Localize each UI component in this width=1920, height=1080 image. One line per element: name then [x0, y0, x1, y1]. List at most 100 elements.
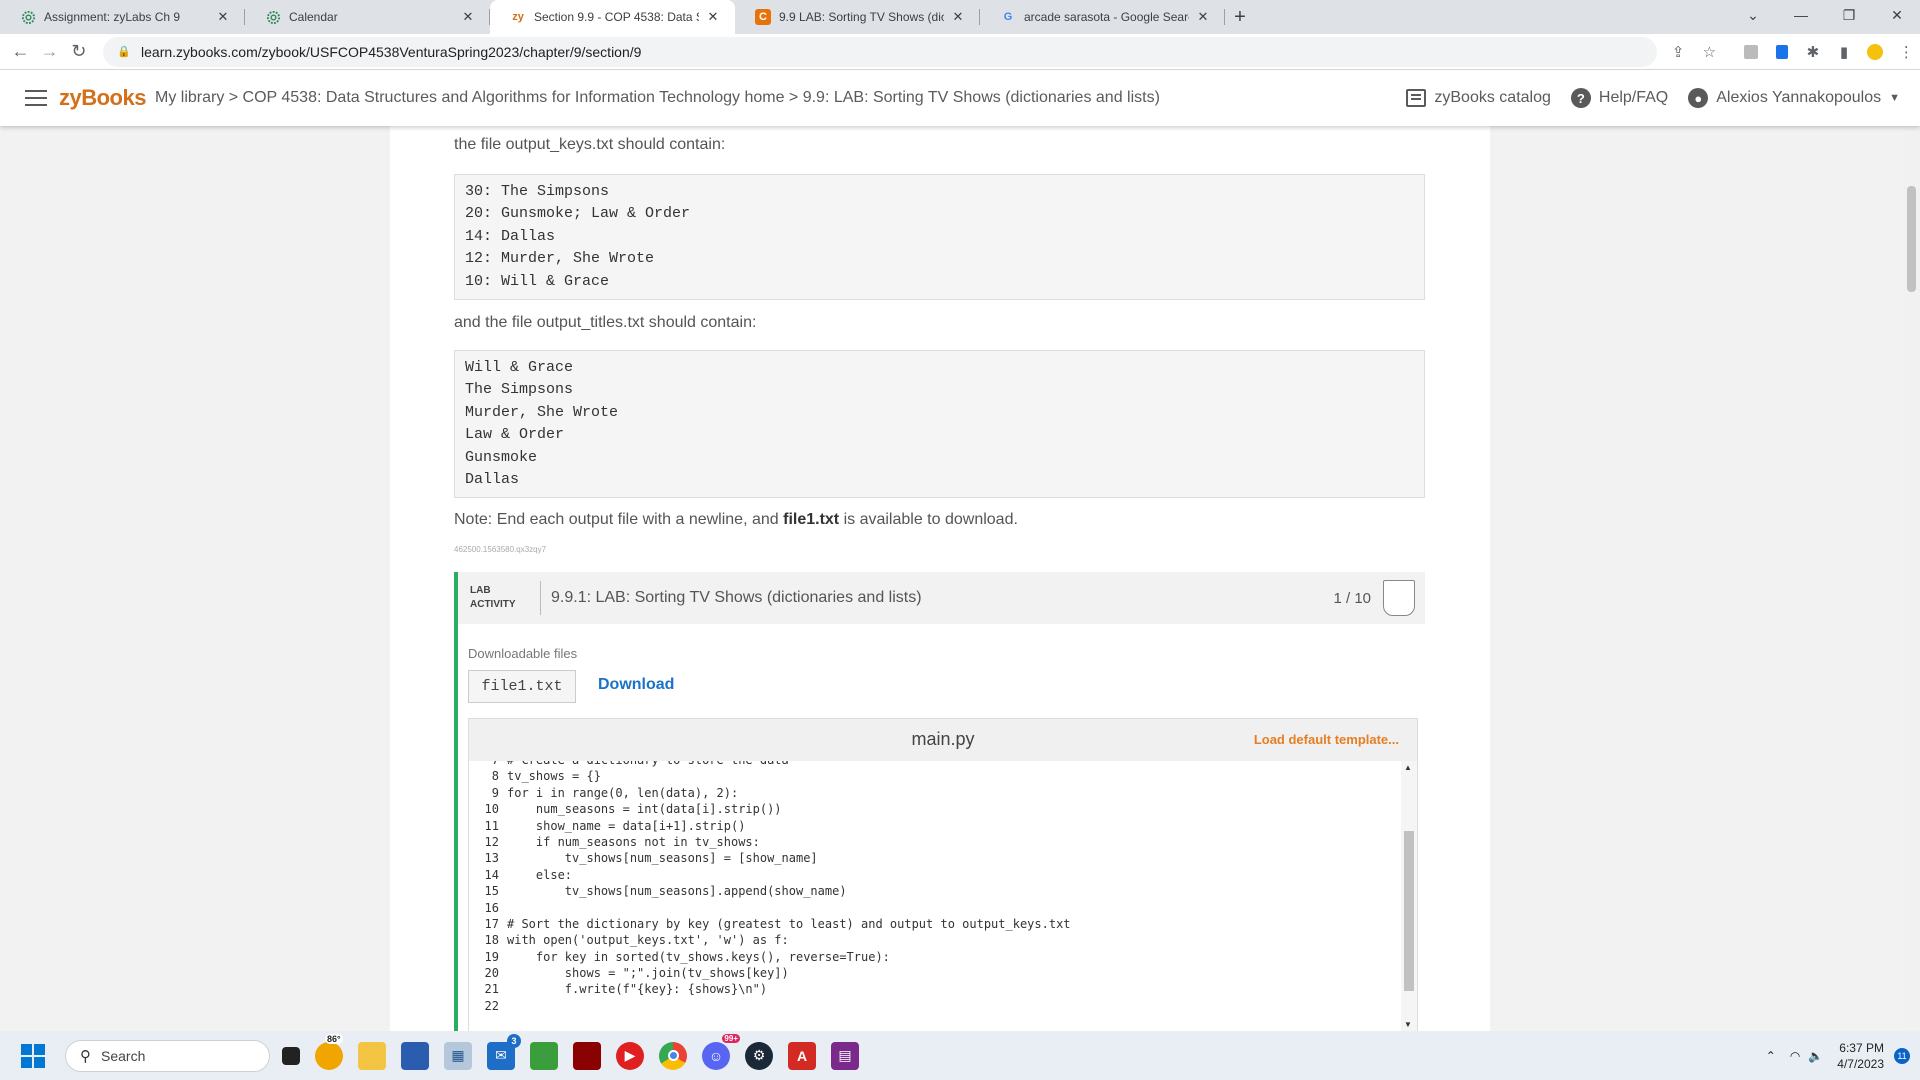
minimize-icon[interactable]: — [1778, 0, 1824, 30]
help-link[interactable]: ? Help/FAQ [1570, 88, 1668, 108]
tab-calendar[interactable]: Calendar ✕ [245, 0, 490, 34]
close-icon[interactable]: ✕ [705, 9, 721, 25]
code-line: Law & Order [465, 426, 565, 444]
windows-start-icon[interactable] [21, 1043, 45, 1068]
code-line: 16 [469, 900, 1399, 916]
chevron-up-icon[interactable]: ⌃ [1766, 1049, 1776, 1063]
discord-icon[interactable]: ☺ 99+ [702, 1033, 740, 1070]
editor-scrollbar[interactable]: ▲ ▼ [1401, 761, 1417, 1031]
code-line: 17 # Sort the dictionary by key (greatest… [469, 916, 1399, 932]
user-menu[interactable]: ● Alexios Yannakopoulos ▼ [1688, 88, 1900, 108]
hamburger-menu-icon[interactable] [25, 90, 47, 106]
code-line: Gunsmoke [465, 448, 538, 466]
forward-icon[interactable]: → [35, 37, 64, 67]
user-name: Alexios Yannakopoulos [1716, 89, 1882, 106]
lab-title: 9.9.1: LAB: Sorting TV Shows (dictionari… [551, 589, 922, 606]
volume-icon[interactable]: 🔈 [1808, 1049, 1823, 1063]
code-text: f.write(f"{key}: {shows}\n") [507, 982, 768, 997]
profile-icon[interactable] [1862, 38, 1889, 66]
close-icon[interactable]: ✕ [215, 9, 231, 25]
back-icon[interactable]: ← [6, 37, 35, 67]
line-number: 15 [484, 884, 499, 899]
editor-scroll-thumb[interactable] [1404, 831, 1414, 991]
code-line: 13 tv_shows[num_seasons] = [show_name] [469, 850, 1399, 866]
line-number: 13 [484, 851, 499, 866]
wifi-icon[interactable]: ◠ [1790, 1049, 1800, 1063]
page-scroll-thumb[interactable] [1907, 186, 1916, 292]
code-text: tv_shows[num_seasons].append(show_name) [507, 884, 847, 899]
extension-icon[interactable] [1737, 38, 1764, 66]
code-text: show_name = data[i+1].strip() [507, 818, 746, 833]
winrar-icon[interactable]: ▤ [831, 1041, 859, 1070]
note-text: Note: End each output file with a newlin… [454, 511, 1018, 528]
new-tab-button[interactable]: + [1225, 0, 1255, 34]
side-panel-icon[interactable]: ▮ [1830, 38, 1857, 66]
close-icon[interactable]: ✕ [460, 9, 476, 25]
gear-icon [265, 9, 281, 25]
monitor-icon[interactable]: ▦ [444, 1041, 472, 1070]
page-scrollbar[interactable] [1903, 126, 1920, 1031]
line-number: 18 [484, 933, 499, 948]
tab-lab-sorting[interactable]: C 9.9 LAB: Sorting TV Shows (dictio ✕ [735, 0, 980, 34]
code-line: Murder, She Wrote [465, 403, 619, 421]
cube-app-icon[interactable] [530, 1041, 558, 1070]
line-number: 19 [484, 949, 499, 964]
scroll-down-icon[interactable]: ▼ [1404, 1020, 1412, 1029]
tab-label: Calendar [289, 10, 338, 24]
lab-score: 1 / 10 [1333, 589, 1371, 607]
tab-section-9-9[interactable]: zy Section 9.9 - COP 4538: Data Stru ✕ [490, 0, 735, 34]
address-bar[interactable]: 🔒 learn.zybooks.com/zybook/USFCOP4538Ven… [103, 36, 1657, 67]
zybooks-logo[interactable]: zyBooks [59, 85, 146, 111]
close-icon[interactable]: ✕ [1195, 9, 1211, 25]
file-chip[interactable]: file1.txt [468, 670, 576, 703]
taskbar-search[interactable]: ⚲ Search [65, 1039, 270, 1072]
downloadable-files-label: Downloadable files [468, 646, 578, 661]
catalog-link[interactable]: zyBooks catalog [1406, 89, 1551, 107]
code-area[interactable]: 7# Create a dictionary to store the data… [469, 761, 1399, 1031]
puzzle-icon[interactable]: ✱ [1799, 38, 1826, 66]
completion-badge-icon [1383, 580, 1415, 616]
extension-icon[interactable] [1768, 38, 1795, 66]
weather-icon[interactable]: 86° [315, 1033, 343, 1070]
code-text: tv_shows[num_seasons] = [show_name] [507, 851, 818, 866]
code-line: 14: Dallas [465, 227, 556, 245]
tab-google-search[interactable]: G arcade sarasota - Google Search ✕ [980, 0, 1225, 34]
file-explorer-icon[interactable] [358, 1041, 386, 1070]
header-actions: zyBooks catalog ? Help/FAQ ● Alexios Yan… [1386, 70, 1900, 126]
lock-icon: 🔒 [117, 46, 132, 58]
line-number: 21 [484, 982, 499, 997]
tab-search-icon[interactable]: ⌄ [1730, 0, 1776, 30]
mail-icon[interactable]: ✉ 3 [487, 1033, 521, 1070]
more-menu-icon[interactable]: ⋮ [1893, 38, 1920, 66]
acrobat-icon[interactable]: A [788, 1041, 816, 1070]
code-line: 19 for key in sorted(tv_shows.keys(), re… [469, 949, 1399, 965]
tab-assignment[interactable]: Assignment: zyLabs Ch 9 ✕ [0, 0, 245, 34]
media-player-icon[interactable]: ▶ [616, 1041, 644, 1070]
line-number: 22 [484, 998, 499, 1013]
download-button[interactable]: Download [598, 676, 674, 694]
steam-icon[interactable]: ⚙ [745, 1041, 773, 1070]
task-view-icon[interactable] [282, 1046, 300, 1065]
line-number: 11 [484, 818, 499, 833]
code-line: 7# Create a dictionary to store the data [469, 761, 1399, 768]
load-default-template-button[interactable]: Load default template... [1254, 732, 1399, 747]
chrome-icon[interactable] [659, 1041, 687, 1070]
store-icon[interactable] [401, 1041, 429, 1070]
breadcrumb[interactable]: My library > COP 4538: Data Structures a… [155, 89, 1160, 107]
notification-badge[interactable]: 11 [1894, 1047, 1910, 1064]
close-icon[interactable]: ✕ [950, 9, 966, 25]
catalog-label: zyBooks catalog [1434, 89, 1551, 106]
bookmark-star-icon[interactable]: ☆ [1696, 38, 1723, 66]
code-text: if num_seasons not in tv_shows: [507, 834, 760, 849]
reload-icon[interactable]: ↻ [64, 37, 93, 67]
share-icon[interactable]: ⇪ [1665, 38, 1692, 66]
clock[interactable]: 6:37 PM 4/7/2023 [1837, 1040, 1884, 1072]
scroll-up-icon[interactable]: ▲ [1404, 763, 1412, 772]
divider [540, 581, 541, 615]
restore-icon[interactable]: ❐ [1826, 0, 1872, 30]
close-window-icon[interactable]: ✕ [1874, 0, 1920, 30]
google-icon: G [1003, 11, 1013, 23]
game-app-icon[interactable] [573, 1041, 601, 1070]
code-text: # Create a dictionary to store the data [507, 761, 789, 768]
tab-label: 9.9 LAB: Sorting TV Shows (dictio [779, 10, 944, 24]
